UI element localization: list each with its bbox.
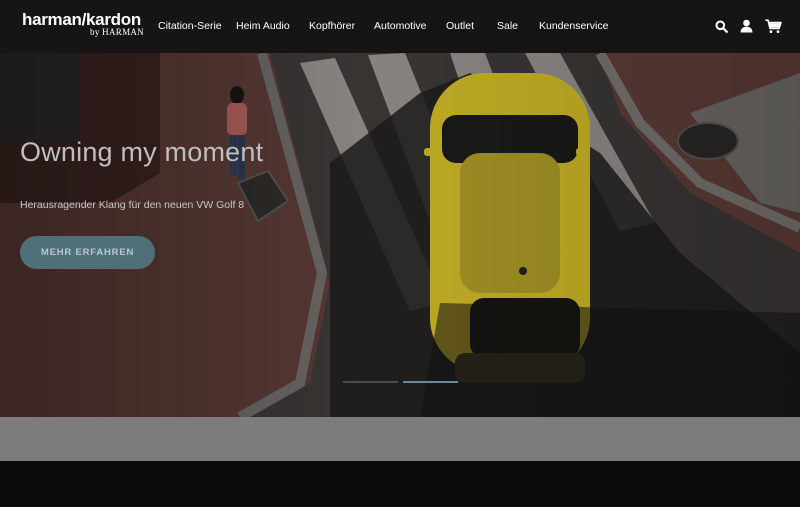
cart-icon[interactable] (765, 19, 782, 37)
user-icon[interactable] (740, 19, 753, 37)
nav-kopfhoerer[interactable]: Kopfhörer (309, 0, 355, 53)
hero-subtitle: Herausragender Klang für den neuen VW Go… (20, 199, 245, 211)
nav-heim-audio[interactable]: Heim Audio (236, 0, 290, 53)
hero-title: Owning my moment (20, 137, 264, 167)
hero-banner[interactable]: Owning my moment Herausragender Klang fü… (0, 53, 800, 417)
carousel-dot-1[interactable] (343, 381, 398, 383)
page-bottom-area (0, 461, 800, 507)
mehr-erfahren-button[interactable]: MEHR ERFAHREN (20, 236, 155, 269)
site-header: harman/kardon by HARMAN Citation-Serie H… (0, 0, 800, 53)
nav-kundenservice[interactable]: Kundenservice (539, 0, 608, 53)
harman-kardon-logo[interactable]: harman/kardon by HARMAN (22, 11, 146, 38)
nav-automotive[interactable]: Automotive (374, 0, 427, 53)
hero-overlay (0, 53, 800, 417)
nav-outlet[interactable]: Outlet (446, 0, 474, 53)
nav-citation-serie[interactable]: Citation-Serie (158, 0, 222, 53)
nav-sale[interactable]: Sale (497, 0, 518, 53)
logo-byline: by HARMAN (90, 27, 144, 37)
search-icon[interactable] (715, 20, 728, 38)
carousel-indicators (343, 381, 458, 384)
carousel-dot-2[interactable] (403, 381, 458, 383)
gray-section-band (0, 417, 800, 461)
